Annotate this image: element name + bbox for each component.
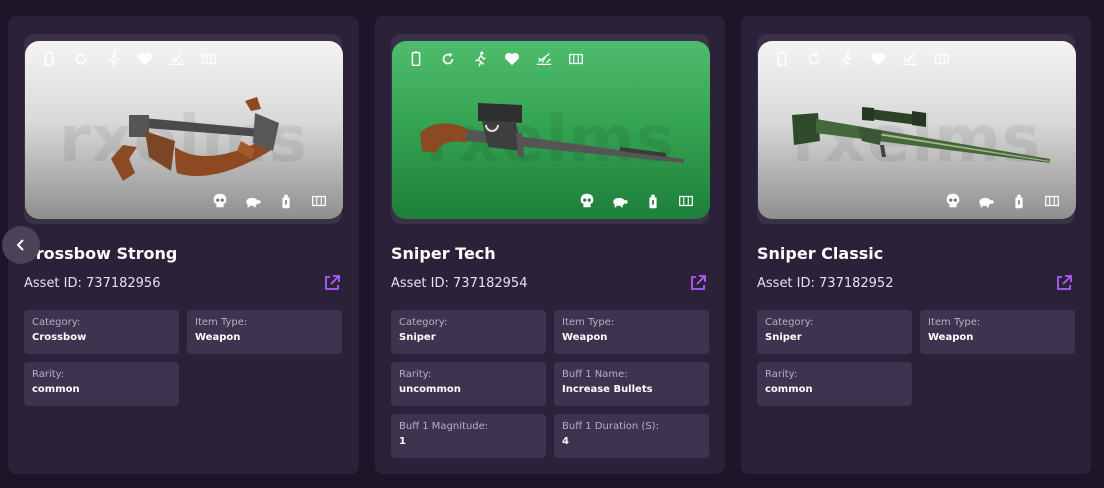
impact-icon xyxy=(534,49,554,69)
asset-card: rxelms xyxy=(741,16,1091,474)
attribute-value: Sniper xyxy=(399,332,436,343)
attribute-category: Category: Crossbow xyxy=(24,310,179,354)
attribute-value: Sniper xyxy=(765,332,802,343)
heart-icon xyxy=(868,49,888,69)
attribute-grid: Category: Sniper Item Type: Weapon Rarity:… xyxy=(391,310,709,458)
attribute-value: common xyxy=(765,384,813,395)
external-link-icon[interactable] xyxy=(323,274,341,292)
attribute-buff-magnitude: Buff 1 Magnitude: 1 xyxy=(391,414,546,458)
thumbnail-frame: rxelms xyxy=(24,34,343,224)
thumbnail-frame: rxelms xyxy=(391,34,710,224)
attribute-item-type: Item Type: Weapon xyxy=(920,310,1075,354)
ammo-icon xyxy=(276,191,296,211)
asset-id: Asset ID: 737182956 xyxy=(24,276,161,291)
chevron-left-icon xyxy=(16,239,24,251)
attribute-value: Increase Bullets xyxy=(562,384,653,395)
external-link-icon[interactable] xyxy=(689,274,707,292)
asset-card: rxelms xyxy=(375,16,725,474)
reload-icon xyxy=(804,49,824,69)
attribute-label: Item Type: xyxy=(562,317,615,328)
stat-icons-bottom xyxy=(577,191,696,211)
battery-icon xyxy=(772,49,792,69)
asset-thumbnail[interactable]: rxelms xyxy=(25,41,343,219)
magazine-icon xyxy=(676,191,696,211)
attribute-label: Rarity: xyxy=(765,369,798,380)
attribute-category: Category: Sniper xyxy=(757,310,912,354)
asset-title: Crossbow Strong xyxy=(24,244,178,263)
attribute-rarity: Rarity: common xyxy=(24,362,179,406)
stat-icons-bottom xyxy=(943,191,1062,211)
attribute-value: Weapon xyxy=(562,332,608,343)
ammo-icon xyxy=(643,191,663,211)
magazine-icon xyxy=(1042,191,1062,211)
skull-icon xyxy=(210,191,230,211)
asset-thumbnail[interactable]: rxelms xyxy=(758,41,1076,219)
battery-icon xyxy=(406,49,426,69)
attribute-value: Weapon xyxy=(928,332,974,343)
impact-icon xyxy=(167,49,187,69)
running-icon xyxy=(103,49,123,69)
attribute-grid: Category: Sniper Item Type: Weapon Rarity:… xyxy=(757,310,1075,406)
asset-title: Sniper Tech xyxy=(391,244,496,263)
reload-icon xyxy=(438,49,458,69)
turtle-icon xyxy=(976,191,996,211)
attribute-value: common xyxy=(32,384,80,395)
attribute-label: Category: xyxy=(399,317,448,328)
heart-icon xyxy=(502,49,522,69)
attribute-label: Rarity: xyxy=(399,369,432,380)
running-icon xyxy=(470,49,490,69)
stat-icons-top xyxy=(39,49,219,69)
asset-id: Asset ID: 737182954 xyxy=(391,276,528,291)
reload-icon xyxy=(71,49,91,69)
attribute-label: Rarity: xyxy=(32,369,65,380)
skull-icon xyxy=(943,191,963,211)
attribute-label: Item Type: xyxy=(928,317,981,328)
external-link-icon[interactable] xyxy=(1055,274,1073,292)
attribute-value: 1 xyxy=(399,436,406,447)
attribute-label: Category: xyxy=(32,317,81,328)
magazine-icon xyxy=(566,49,586,69)
stat-icons-top xyxy=(772,49,952,69)
magazine-icon xyxy=(932,49,952,69)
skull-icon xyxy=(577,191,597,211)
magazine-icon xyxy=(199,49,219,69)
attribute-label: Buff 1 Magnitude: xyxy=(399,421,489,432)
asset-thumbnail[interactable]: rxelms xyxy=(392,41,710,219)
running-icon xyxy=(836,49,856,69)
turtle-icon xyxy=(610,191,630,211)
attribute-item-type: Item Type: Weapon xyxy=(554,310,709,354)
battery-icon xyxy=(39,49,59,69)
attribute-rarity: Rarity: uncommon xyxy=(391,362,546,406)
asset-card: rxelms xyxy=(8,16,359,474)
attribute-value: Weapon xyxy=(195,332,241,343)
carousel-prev-button[interactable] xyxy=(2,226,40,264)
attribute-grid: Category: Crossbow Item Type: Weapon Rarit… xyxy=(24,310,342,406)
attribute-label: Item Type: xyxy=(195,317,248,328)
asset-id: Asset ID: 737182952 xyxy=(757,276,894,291)
attribute-buff-name: Buff 1 Name: Increase Bullets xyxy=(554,362,709,406)
magazine-icon xyxy=(309,191,329,211)
ammo-icon xyxy=(1009,191,1029,211)
stat-icons-bottom xyxy=(210,191,329,211)
impact-icon xyxy=(900,49,920,69)
turtle-icon xyxy=(243,191,263,211)
asset-title: Sniper Classic xyxy=(757,244,884,263)
attribute-rarity: Rarity: common xyxy=(757,362,912,406)
attribute-item-type: Item Type: Weapon xyxy=(187,310,342,354)
heart-icon xyxy=(135,49,155,69)
thumbnail-frame: rxelms xyxy=(757,34,1076,224)
attribute-buff-duration: Buff 1 Duration (S): 4 xyxy=(554,414,709,458)
stat-icons-top xyxy=(406,49,586,69)
attribute-value: 4 xyxy=(562,436,569,447)
attribute-label: Buff 1 Duration (S): xyxy=(562,421,659,432)
attribute-value: uncommon xyxy=(399,384,461,395)
attribute-value: Crossbow xyxy=(32,332,87,343)
attribute-category: Category: Sniper xyxy=(391,310,546,354)
attribute-label: Category: xyxy=(765,317,814,328)
attribute-label: Buff 1 Name: xyxy=(562,369,628,380)
